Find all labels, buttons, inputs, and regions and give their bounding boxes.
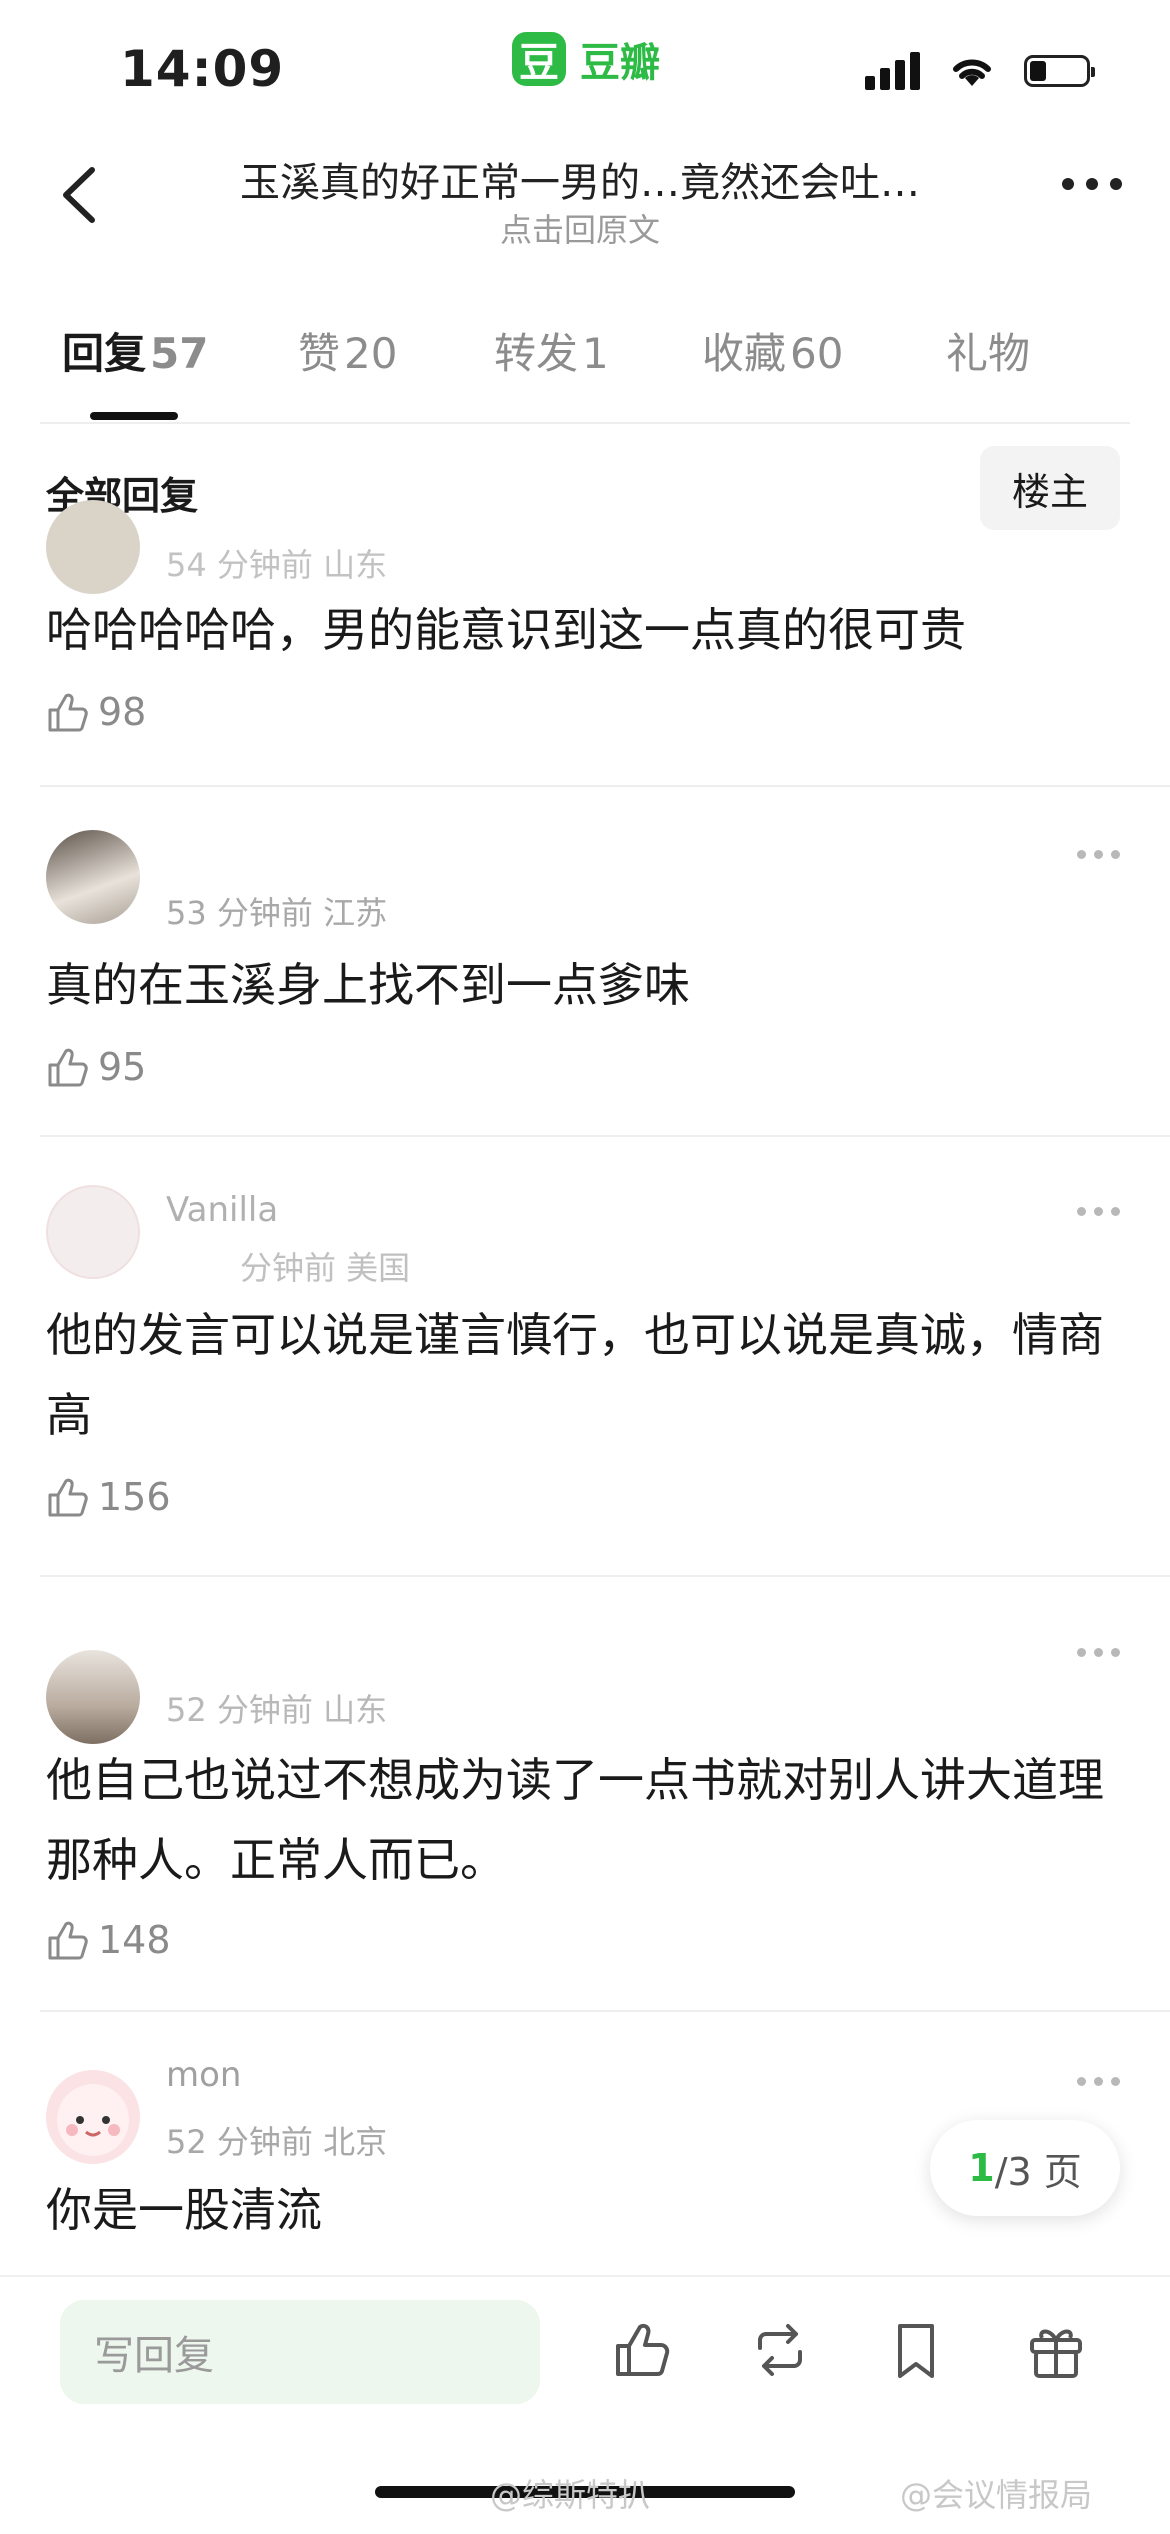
comment-meta: 53 分钟前 江苏 — [166, 894, 388, 932]
tab-likes[interactable]: 赞20 — [298, 320, 397, 381]
comment-text: 他自己也说过不想成为读了一点书就对别人讲大道理那种人。正常人而已。 — [46, 1753, 1104, 1887]
app-badge: 豆 豆瓣 — [512, 30, 660, 88]
tab-reposts[interactable]: 转发1 — [494, 320, 609, 381]
tab-label: 收藏 — [702, 329, 787, 378]
tab-replies[interactable]: 回复57 — [62, 320, 208, 381]
gift-icon[interactable] — [1024, 2318, 1088, 2382]
like-count: 95 — [98, 1045, 147, 1089]
like-button[interactable]: 148 — [46, 1918, 171, 1962]
comment-text: 真的在玉溪身上找不到一点爹味 — [46, 958, 690, 1012]
thumbs-up-icon — [48, 1048, 88, 1087]
tab-label: 赞 — [298, 329, 341, 378]
tab-bar: 回复57 赞20 转发1 收藏60 礼物 — [0, 320, 1170, 420]
tab-label: 回复 — [62, 329, 147, 378]
divider — [40, 422, 1130, 424]
tab-label: 转发 — [494, 329, 579, 378]
comment-more-icon[interactable] — [1077, 2077, 1120, 2086]
back-arrow-icon[interactable] — [48, 160, 118, 230]
wifi-icon — [953, 59, 991, 86]
like-button[interactable]: 95 — [46, 1045, 146, 1089]
active-tab-indicator — [90, 412, 178, 420]
comment-username[interactable]: Vanilla — [166, 1190, 278, 1230]
status-time: 14:09 — [120, 40, 285, 98]
like-count: 156 — [98, 1475, 171, 1519]
tab-count: 57 — [150, 329, 209, 378]
thumbs-up-icon — [48, 1478, 88, 1517]
like-count: 98 — [98, 690, 147, 734]
divider — [40, 785, 1170, 787]
signal-icon — [865, 52, 920, 90]
tab-count: 1 — [582, 329, 609, 378]
thumbs-up-icon — [48, 693, 88, 732]
divider — [40, 1135, 1170, 1137]
comment-text: 他的发言可以说是谨言慎行，也可以说是真诚，情商高 — [46, 1308, 1104, 1442]
tab-gifts[interactable]: 礼物 — [946, 320, 1030, 381]
current-page: 1 — [968, 2146, 995, 2190]
status-icons — [865, 52, 1095, 90]
douban-logo-icon: 豆 — [512, 32, 566, 86]
op-only-filter-button[interactable]: 楼主 — [980, 446, 1120, 530]
tab-label: 礼物 — [946, 329, 1031, 378]
tab-collections[interactable]: 收藏60 — [702, 320, 843, 381]
like-button[interactable]: 98 — [46, 690, 146, 734]
watermark-right: @会议情报局 — [900, 2476, 1093, 2514]
app-name: 豆瓣 — [580, 40, 660, 86]
like-icon[interactable] — [612, 2318, 676, 2382]
post-title[interactable]: 玉溪真的好正常一男的…竟然还会吐… — [190, 150, 970, 208]
divider — [40, 1575, 1170, 1577]
back-to-original-link[interactable]: 点击回原文 — [190, 205, 970, 251]
repost-icon[interactable] — [748, 2318, 812, 2382]
cartoon-face-icon — [57, 2084, 129, 2156]
tab-count: 60 — [790, 329, 844, 378]
comment-text: 哈哈哈哈哈，男的能意识到这一点真的很可贵 — [46, 603, 966, 657]
comment-meta: 54 分钟前 山东 — [166, 546, 388, 584]
comment-more-icon[interactable] — [1077, 1207, 1120, 1216]
comment-more-icon[interactable] — [1077, 850, 1120, 859]
pagination-indicator[interactable]: 1/3 页 — [930, 2120, 1120, 2216]
like-count: 148 — [98, 1918, 171, 1962]
tab-count: 20 — [344, 329, 398, 378]
avatar[interactable] — [46, 1185, 140, 1279]
bookmark-icon[interactable] — [884, 2318, 948, 2382]
total-pages: /3 页 — [994, 2149, 1082, 2194]
watermark-left: @综斯特扒 — [490, 2476, 651, 2514]
comment-meta: 52 分钟前 北京 — [166, 2123, 388, 2161]
comment-meta: 52 分钟前 山东 — [166, 1691, 388, 1729]
like-button[interactable]: 156 — [46, 1475, 171, 1519]
avatar[interactable] — [46, 500, 140, 594]
more-options-icon[interactable] — [1062, 178, 1122, 190]
avatar[interactable] — [46, 2070, 140, 2164]
comment-username[interactable]: mon — [166, 2055, 241, 2095]
battery-icon — [1024, 55, 1095, 87]
comment-meta: 分钟前 美国 — [240, 1249, 411, 1287]
battery-fill — [1030, 61, 1046, 81]
comment-more-icon[interactable] — [1077, 1648, 1120, 1657]
avatar[interactable] — [46, 1650, 140, 1744]
avatar[interactable] — [46, 830, 140, 924]
divider — [40, 2010, 1170, 2012]
thumbs-up-icon — [48, 1921, 88, 1960]
reply-input[interactable]: 写回复 — [60, 2300, 540, 2404]
